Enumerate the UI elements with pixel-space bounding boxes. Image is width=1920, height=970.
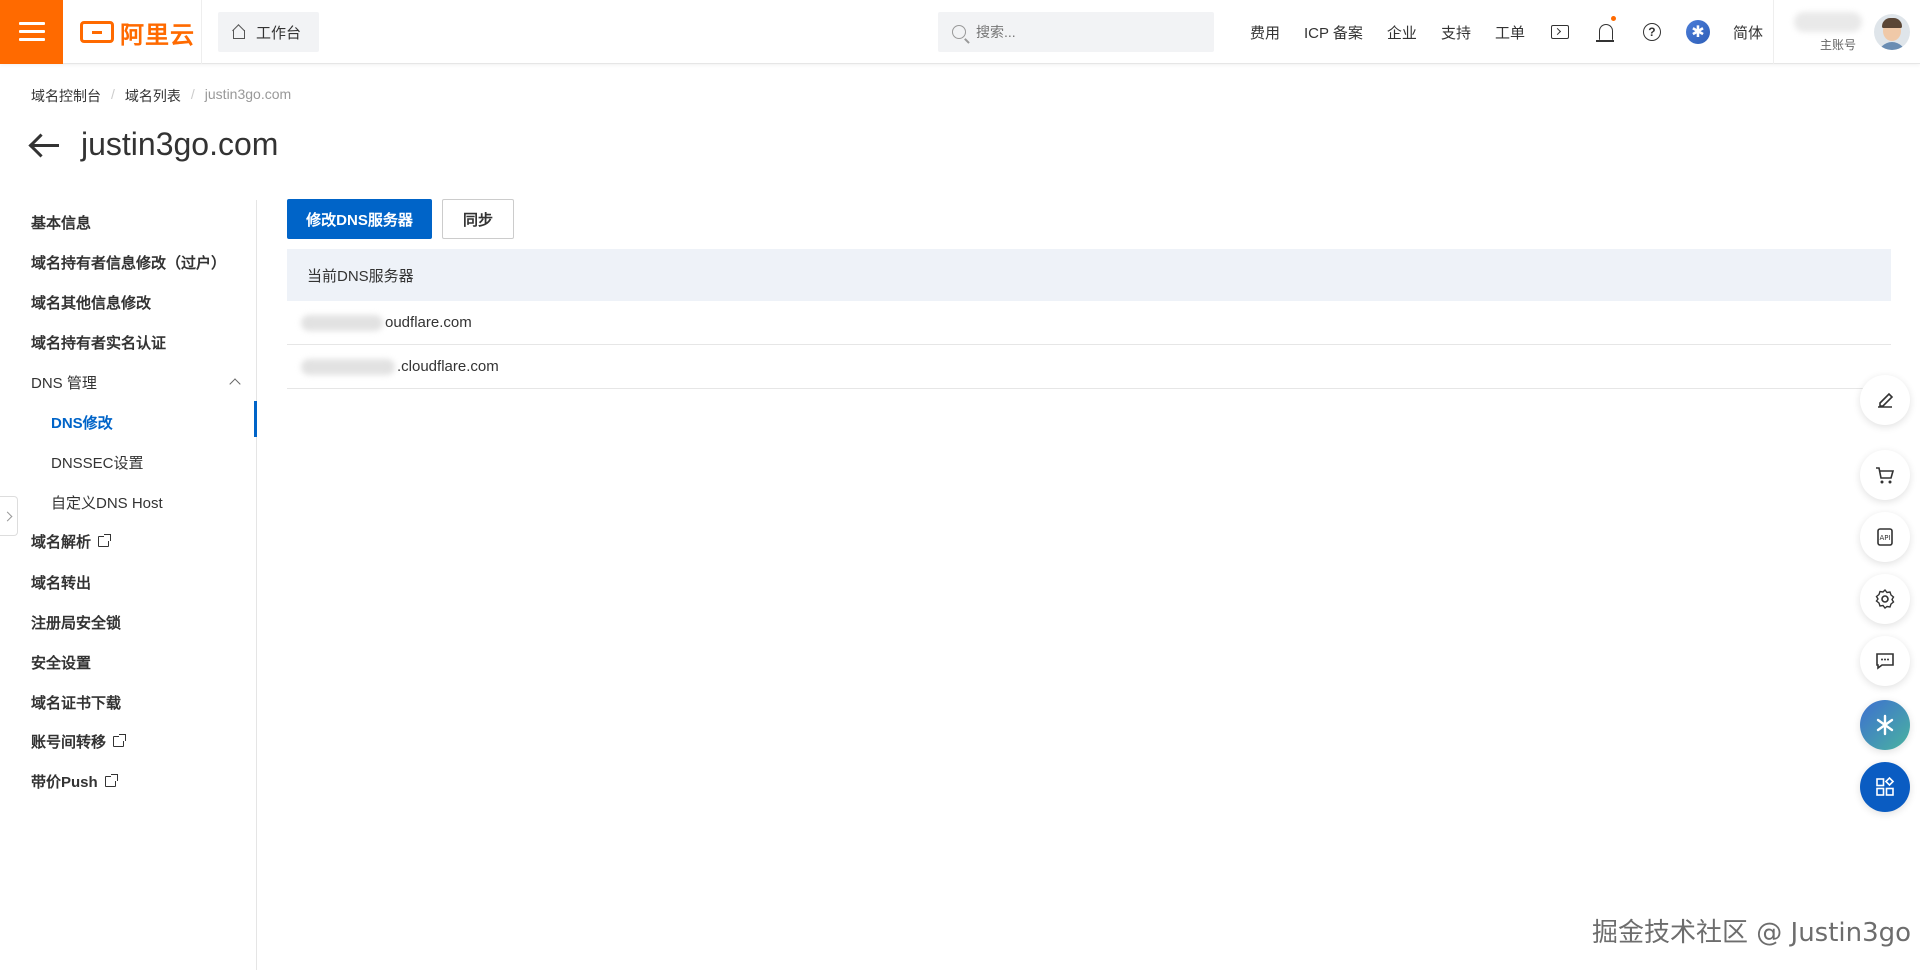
dns-server-value: .cloudflare.com <box>397 358 499 375</box>
watermark: 掘金技术社区 @ Justin3go <box>1592 918 1912 948</box>
settings-icon <box>1875 588 1895 609</box>
ai-assistant-icon <box>1876 714 1894 736</box>
logo-text: 阿里云 <box>120 21 195 49</box>
edit-float-button[interactable] <box>1860 375 1910 425</box>
logo-mark-icon <box>80 21 114 43</box>
home-icon <box>232 25 246 39</box>
account-menu[interactable]: 主账号 <box>1773 0 1920 64</box>
sidebar-item-real-name-auth[interactable]: 域名持有者实名认证 <box>31 332 166 353</box>
redacted-text <box>301 314 383 331</box>
assistant-button[interactable]: ✱ <box>1675 0 1721 64</box>
external-link-icon <box>104 774 118 787</box>
help-icon: ? <box>1642 23 1661 41</box>
sidebar-collapse-toggle[interactable] <box>0 496 18 536</box>
active-indicator <box>254 401 257 437</box>
nav-enterprise[interactable]: 企业 <box>1375 22 1429 43</box>
search-icon <box>952 25 966 39</box>
notification-dot <box>1610 16 1616 21</box>
workbench-label: 工作台 <box>256 24 302 42</box>
help-button[interactable]: ? <box>1629 0 1675 64</box>
sidebar-item-registry-lock[interactable]: 注册局安全锁 <box>31 612 121 633</box>
account-type-label: 主账号 <box>1820 38 1857 52</box>
sync-button[interactable]: 同步 <box>442 199 514 239</box>
sidebar-item-priced-push[interactable]: 带价Push <box>31 771 118 792</box>
svg-text:API: API <box>1879 534 1890 542</box>
table-header: 当前DNS服务器 <box>287 249 1891 301</box>
nav-support[interactable]: 支持 <box>1429 22 1483 43</box>
breadcrumb-separator: / <box>190 86 195 102</box>
divider <box>201 0 202 64</box>
sidebar-item-dnssec[interactable]: DNSSEC设置 <box>51 452 144 473</box>
back-arrow-icon[interactable] <box>29 133 61 157</box>
search-box[interactable] <box>938 12 1214 52</box>
sidebar-item-label: 域名解析 <box>31 534 92 551</box>
table-row: oudflare.com <box>287 301 1891 345</box>
sidebar-item-dns-resolve[interactable]: 域名解析 <box>31 531 112 552</box>
apps-icon <box>1876 776 1895 796</box>
sidebar-item-dns-management[interactable]: DNS 管理 <box>31 372 97 393</box>
settings-float-button[interactable] <box>1860 574 1910 624</box>
nav-ticket[interactable]: 工单 <box>1483 22 1537 43</box>
terminal-icon <box>1550 25 1569 39</box>
cart-float-button[interactable] <box>1860 450 1910 500</box>
table-row: .cloudflare.com <box>287 345 1891 389</box>
page-header: justin3go.com <box>29 126 278 163</box>
sidebar-item-basic-info[interactable]: 基本信息 <box>31 212 91 233</box>
api-icon: API <box>1877 528 1893 546</box>
breadcrumb-current: justin3go.com <box>204 86 292 102</box>
notification-button[interactable] <box>1583 0 1629 64</box>
ai-assistant-float-button[interactable] <box>1860 700 1910 750</box>
nav-icp[interactable]: ICP 备案 <box>1292 22 1375 43</box>
sidebar-item-custom-dns-host[interactable]: 自定义DNS Host <box>51 492 163 513</box>
sidebar-item-label: 带价Push <box>31 774 98 791</box>
external-link-icon <box>98 534 112 547</box>
redacted-text <box>301 358 395 375</box>
sidebar-item-dns-modify[interactable]: DNS修改 <box>51 412 113 433</box>
modify-dns-button[interactable]: 修改DNS服务器 <box>287 199 432 239</box>
breadcrumb-separator: / <box>111 86 115 102</box>
page-title: justin3go.com <box>81 126 279 162</box>
sidebar-item-owner-change[interactable]: 域名持有者信息修改（过户） <box>31 252 226 273</box>
cart-icon <box>1876 467 1895 484</box>
avatar[interactable] <box>1874 14 1910 50</box>
breadcrumb-domain-console[interactable]: 域名控制台 <box>31 86 101 106</box>
external-link-icon <box>113 734 127 747</box>
sidebar-item-certificate-download[interactable]: 域名证书下载 <box>31 692 121 713</box>
bell-icon <box>1595 24 1614 42</box>
nav-billing[interactable]: 费用 <box>1238 22 1292 43</box>
sidebar-item-label: 账号间转移 <box>31 734 107 751</box>
feedback-icon <box>1876 653 1894 670</box>
dns-server-value: oudflare.com <box>385 314 472 331</box>
breadcrumb-domain-list[interactable]: 域名列表 <box>125 86 181 106</box>
workbench-button[interactable]: 工作台 <box>218 12 319 52</box>
language-switch[interactable]: 简体 <box>1721 22 1775 43</box>
cloud-shell-button[interactable] <box>1537 0 1583 64</box>
top-nav: 费用 ICP 备案 企业 支持 工单 ? ✱ 简体 <box>1238 0 1775 64</box>
feedback-float-button[interactable] <box>1860 636 1910 686</box>
apps-float-button[interactable] <box>1860 762 1910 812</box>
api-float-button[interactable]: API <box>1860 512 1910 562</box>
account-name-blurred <box>1794 12 1862 32</box>
breadcrumb: 域名控制台 / 域名列表 / justin3go.com <box>31 86 291 106</box>
assistant-icon: ✱ <box>1685 20 1710 44</box>
edit-icon <box>1878 392 1894 408</box>
aliyun-logo[interactable]: 阿里云 <box>80 18 195 49</box>
menu-button[interactable] <box>0 0 63 64</box>
top-bar: 阿里云 工作台 费用 ICP 备案 企业 支持 工单 ? ✱ 简体 主账号 <box>0 0 1920 64</box>
hamburger-icon <box>18 22 45 42</box>
sidebar-item-transfer-out[interactable]: 域名转出 <box>31 572 91 593</box>
dns-server-table: 当前DNS服务器 oudflare.com .cloudflare.com <box>287 249 1891 389</box>
search-input[interactable] <box>976 24 1196 40</box>
sidebar-item-other-info[interactable]: 域名其他信息修改 <box>31 292 151 313</box>
sidebar-item-security-settings[interactable]: 安全设置 <box>31 652 91 673</box>
sidebar-item-account-transfer[interactable]: 账号间转移 <box>31 731 127 752</box>
